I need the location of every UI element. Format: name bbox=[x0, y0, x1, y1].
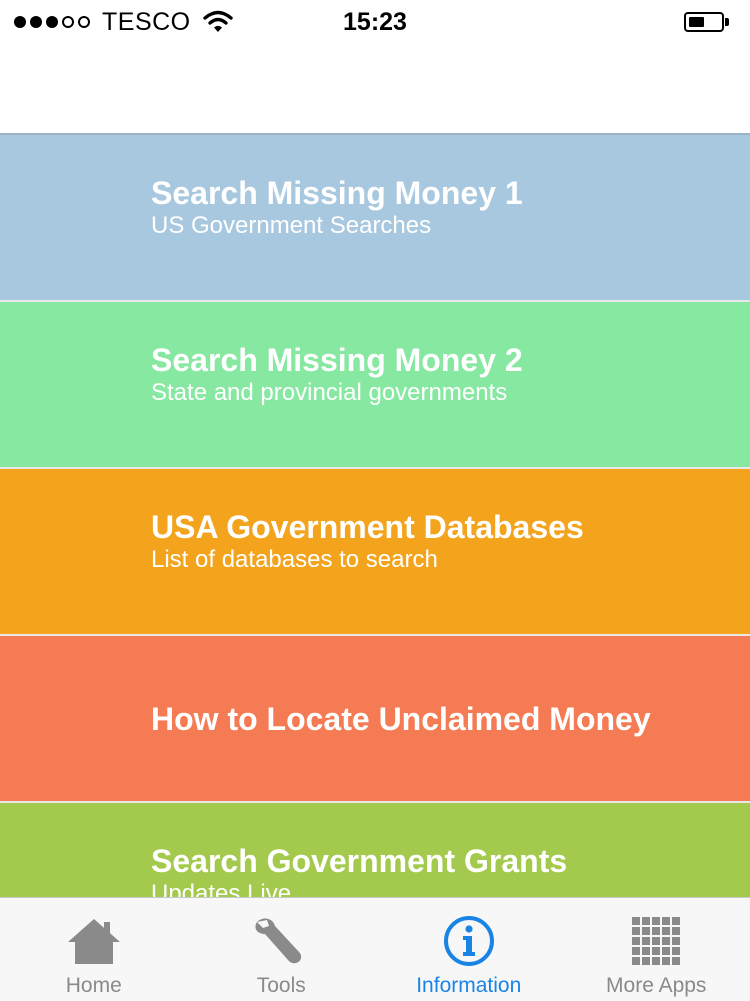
tab-home[interactable]: Home bbox=[0, 898, 188, 1001]
menu-item-missing-money-1[interactable]: Search Missing Money 1 US Government Sea… bbox=[0, 135, 750, 302]
menu-item-subtitle: State and provincial governments bbox=[151, 379, 750, 407]
tab-label: More Apps bbox=[606, 974, 706, 998]
battery-level bbox=[689, 17, 704, 27]
menu-item-title: How to Locate Unclaimed Money bbox=[151, 700, 750, 738]
menu-item-subtitle: US Government Searches bbox=[151, 212, 750, 240]
menu-list: Search Missing Money 1 US Government Sea… bbox=[0, 133, 750, 899]
menu-item-government-grants[interactable]: Search Government Grants Updates Live bbox=[0, 803, 750, 899]
menu-item-title: Search Missing Money 2 bbox=[151, 341, 750, 379]
menu-item-title: USA Government Databases bbox=[151, 508, 750, 546]
battery-icon bbox=[684, 12, 730, 32]
menu-item-title: Search Missing Money 1 bbox=[151, 174, 750, 212]
tab-bar: Home Tools Information More Apps bbox=[0, 897, 750, 1001]
menu-item-subtitle: List of databases to search bbox=[151, 546, 750, 574]
menu-item-government-databases[interactable]: USA Government Databases List of databas… bbox=[0, 469, 750, 636]
clock: 15:23 bbox=[0, 7, 750, 37]
menu-item-locate-unclaimed-money[interactable]: How to Locate Unclaimed Money bbox=[0, 636, 750, 803]
grid-icon bbox=[628, 914, 684, 968]
status-bar: TESCO 15:23 bbox=[0, 0, 750, 44]
wrench-icon bbox=[253, 914, 309, 968]
tab-label: Home bbox=[66, 974, 122, 998]
house-icon bbox=[66, 914, 122, 968]
tab-information[interactable]: Information bbox=[375, 898, 563, 1001]
info-icon bbox=[441, 914, 497, 968]
tab-label: Information bbox=[416, 974, 521, 998]
menu-item-missing-money-2[interactable]: Search Missing Money 2 State and provinc… bbox=[0, 302, 750, 469]
tab-tools[interactable]: Tools bbox=[188, 898, 376, 1001]
tab-label: Tools bbox=[257, 974, 306, 998]
tab-more-apps[interactable]: More Apps bbox=[563, 898, 750, 1001]
menu-item-title: Search Government Grants bbox=[151, 842, 750, 880]
